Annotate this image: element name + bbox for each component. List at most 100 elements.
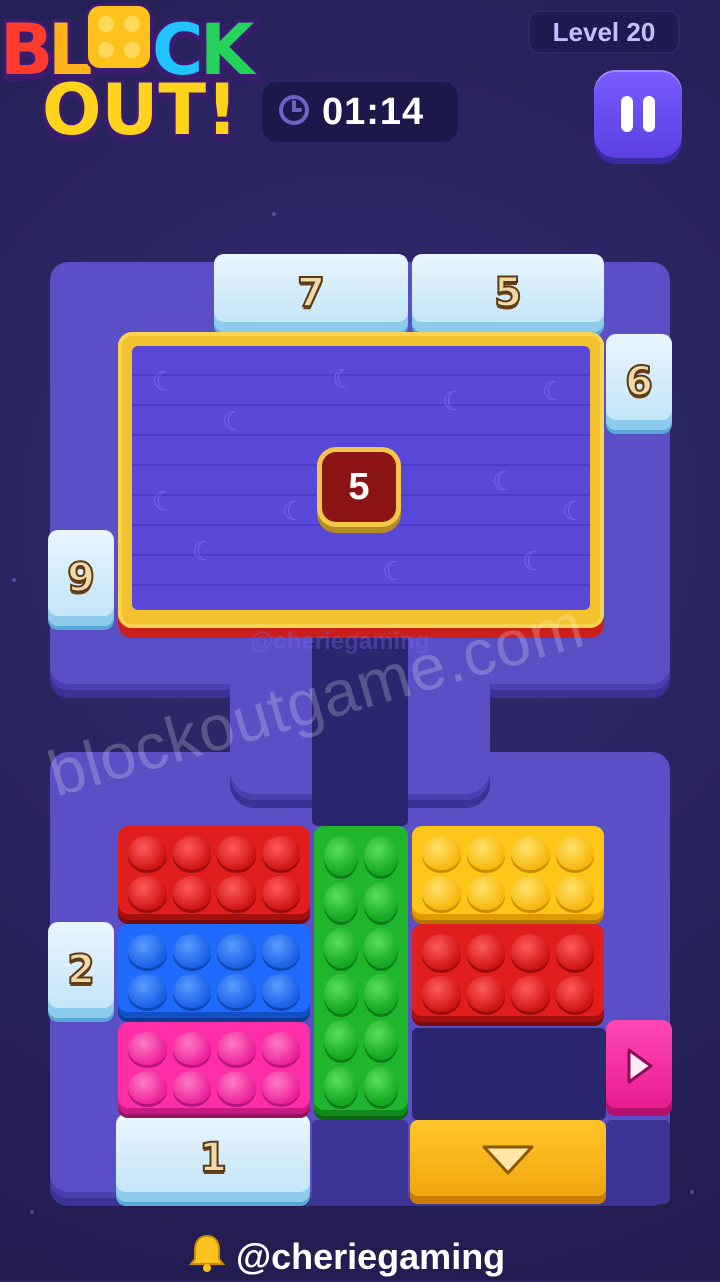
creator-handle: @cheriegaming: [188, 1234, 505, 1280]
pause-button[interactable]: [594, 70, 682, 158]
stud: [511, 976, 550, 1012]
stud: [261, 974, 300, 1008]
gate-count: 5: [493, 269, 523, 317]
moon-icon: ☾: [282, 496, 306, 526]
moon-icon: ☾: [332, 364, 356, 394]
stud: [555, 976, 594, 1012]
moon-icon: ☾: [152, 366, 176, 396]
stud: [172, 836, 211, 870]
gate-right-upper: 6: [606, 334, 672, 430]
stud: [261, 876, 300, 910]
moon-icon: ☾: [562, 496, 586, 526]
pause-icon: [621, 96, 633, 132]
stud: [261, 1071, 300, 1104]
gate-count: 7: [296, 269, 326, 317]
stud: [364, 974, 398, 1014]
timer-value: 01:14: [322, 90, 425, 133]
container-count-badge: 5: [322, 452, 396, 522]
moon-icon: ☾: [192, 536, 216, 566]
gate-top-right: 5: [412, 254, 604, 332]
stud: [172, 934, 211, 968]
stud: [217, 876, 256, 910]
timer: 01:14: [260, 80, 460, 144]
stud: [172, 1032, 211, 1065]
stud: [511, 934, 550, 970]
stud: [261, 1032, 300, 1065]
stud: [422, 876, 461, 910]
stud: [466, 876, 505, 910]
stud: [364, 1066, 398, 1106]
stud: [466, 976, 505, 1012]
board-floor-cell: [312, 1120, 408, 1204]
block-pink[interactable]: [118, 1022, 310, 1114]
stud: [217, 934, 256, 968]
pause-icon-bar: [643, 96, 655, 132]
gate-count: 6: [624, 358, 654, 406]
handle-text: @cheriegaming: [236, 1236, 506, 1277]
stud: [217, 836, 256, 870]
arrow-right-icon: [623, 1046, 655, 1091]
gate-count: 1: [198, 1134, 228, 1182]
svg-text:OUT!: OUT!: [42, 69, 238, 150]
stud: [364, 928, 398, 968]
stud: [555, 836, 594, 870]
star-decoration: [30, 1210, 34, 1214]
block-yellow[interactable]: [412, 826, 604, 920]
stud: [217, 974, 256, 1008]
stud: [217, 1071, 256, 1104]
block-green[interactable]: [314, 826, 408, 1116]
game-logo: B L C K OUT!: [0, 0, 270, 154]
board-floor-cell: [606, 1120, 670, 1204]
moon-icon: ☾: [492, 466, 516, 496]
bell-icon: [188, 1233, 226, 1282]
moon-icon: ☾: [222, 406, 246, 436]
stud: [422, 836, 461, 870]
stud: [364, 1020, 398, 1060]
stud: [324, 928, 358, 968]
stud: [324, 1066, 358, 1106]
stud: [172, 876, 211, 910]
stud: [261, 836, 300, 870]
stud: [511, 836, 550, 870]
block-red-right[interactable]: [412, 924, 604, 1022]
exit-right-pink[interactable]: [606, 1020, 672, 1116]
stud: [128, 836, 167, 870]
moon-icon: ☾: [382, 556, 406, 586]
moon-icon: ☾: [522, 546, 546, 576]
stud: [128, 934, 167, 968]
stud: [324, 974, 358, 1014]
moon-icon: ☾: [542, 376, 566, 406]
level-indicator: Level 20: [528, 10, 680, 54]
stud: [555, 934, 594, 970]
stud: [324, 836, 358, 876]
stud: [128, 1032, 167, 1065]
stud: [422, 934, 461, 970]
stud: [466, 836, 505, 870]
stud: [324, 882, 358, 922]
star-decoration: [272, 212, 276, 216]
stud: [364, 882, 398, 922]
exit-down-yellow[interactable]: [410, 1120, 606, 1204]
moon-icon: ☾: [442, 386, 466, 416]
moon-icon: ☾: [152, 486, 176, 516]
board-empty-cell: [412, 1028, 606, 1120]
gate-left-middle: 9: [48, 530, 114, 626]
stud: [128, 974, 167, 1008]
stud: [466, 934, 505, 970]
star-decoration: [690, 1190, 694, 1194]
stud: [217, 1032, 256, 1065]
stud: [128, 876, 167, 910]
stud: [555, 876, 594, 910]
gate-left-lower: 2: [48, 922, 114, 1018]
stud: [324, 1020, 358, 1060]
stud: [261, 934, 300, 968]
block-blue[interactable]: [118, 924, 310, 1018]
stud: [172, 1071, 211, 1104]
stud: [128, 1071, 167, 1104]
stud: [422, 976, 461, 1012]
gate-top-left: 7: [214, 254, 408, 332]
stud: [364, 836, 398, 876]
gate-count: 9: [66, 554, 96, 602]
stud: [511, 876, 550, 910]
block-red-left[interactable]: [118, 826, 310, 920]
